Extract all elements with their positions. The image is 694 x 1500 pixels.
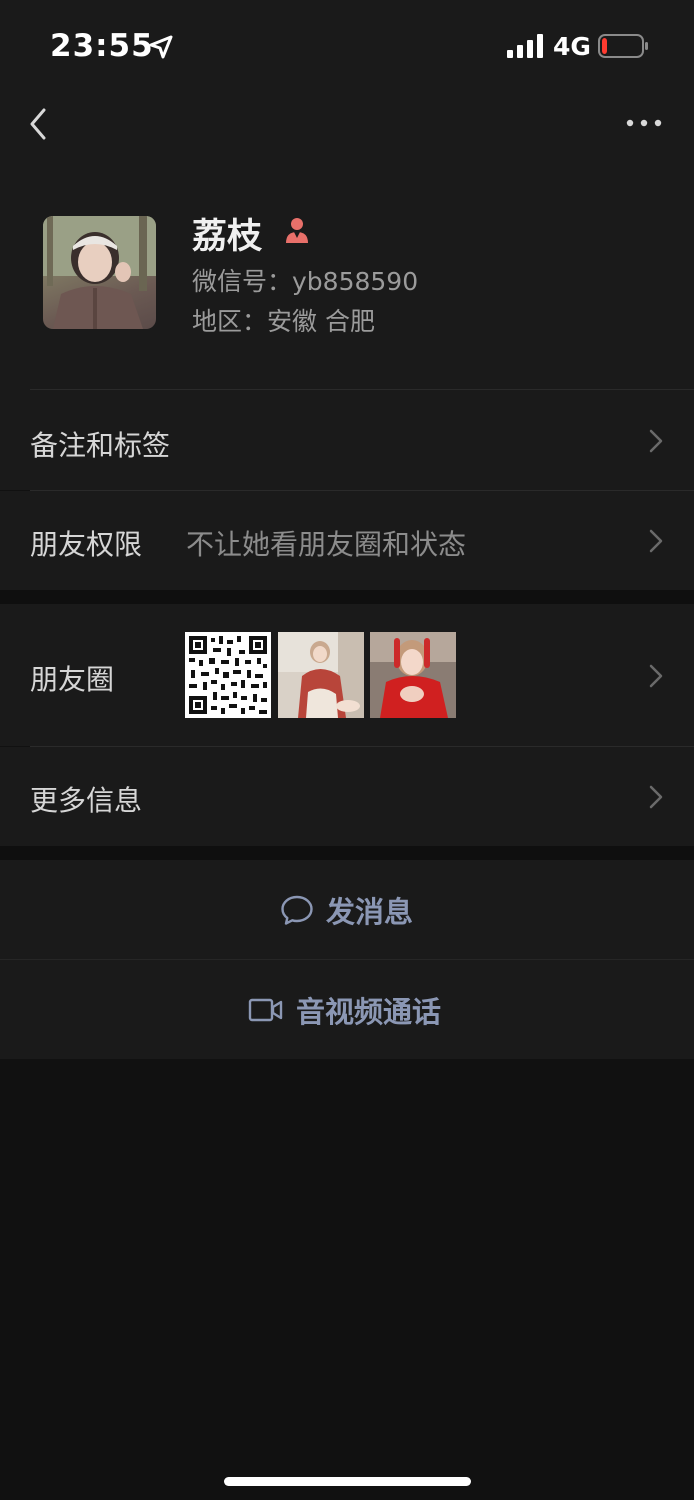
- video-call-button[interactable]: 音视频通话: [0, 960, 694, 1059]
- wechat-id: 微信号：yb858590: [192, 267, 419, 296]
- chevron-left-icon[interactable]: [22, 104, 56, 144]
- friend-permissions-value: 不让她看朋友圈和状态: [186, 528, 467, 561]
- remarks-tags-label: 备注和标签: [30, 429, 171, 462]
- section-gap: [0, 590, 694, 604]
- contact-name: 荔枝: [192, 217, 263, 257]
- network-type: 4G: [553, 32, 591, 61]
- contact-profile-page: 23:55 4G 荔枝 微信号：yb858590 地区：安徽 合肥 备注和标签 …: [0, 0, 694, 1500]
- send-message-label: 发消息: [326, 894, 414, 929]
- moments-thumbnail-photo: [278, 632, 364, 718]
- more-info-row[interactable]: 更多信息: [0, 747, 694, 846]
- home-indicator[interactable]: [224, 1477, 471, 1486]
- moments-thumbnail-qr: [185, 632, 271, 718]
- moments-thumbnail-photo: [370, 632, 456, 718]
- profile-header: 荔枝 微信号：yb858590 地区：安徽 合肥: [0, 162, 694, 390]
- status-time: 23:55: [50, 28, 154, 64]
- friend-permissions-label: 朋友权限: [30, 528, 143, 561]
- send-message-button[interactable]: 发消息: [0, 860, 694, 959]
- more-info-label: 更多信息: [30, 784, 143, 817]
- region: 地区：安徽 合肥: [192, 307, 375, 336]
- more-dots-icon[interactable]: [624, 110, 664, 136]
- battery-icon: [598, 34, 648, 58]
- location-arrow-icon: [149, 35, 173, 59]
- friend-permissions-row[interactable]: 朋友权限 不让她看朋友圈和状态: [0, 491, 694, 590]
- chevron-right-icon: [649, 785, 663, 809]
- avatar[interactable]: [43, 216, 156, 329]
- moments-label: 朋友圈: [30, 663, 115, 696]
- chevron-right-icon: [649, 429, 663, 453]
- signal-bars-icon: [507, 34, 543, 58]
- video-camera-icon: [248, 998, 283, 1021]
- status-bar: 23:55 4G: [0, 0, 694, 92]
- chat-bubble-icon: [281, 895, 313, 925]
- chevron-right-icon: [649, 664, 663, 688]
- moments-row[interactable]: 朋友圈: [0, 604, 694, 746]
- section-gap: [0, 846, 694, 860]
- nav-bar: [0, 92, 694, 162]
- video-call-label: 音视频通话: [296, 994, 442, 1029]
- female-icon: [286, 218, 308, 243]
- remarks-tags-row[interactable]: 备注和标签: [0, 390, 694, 490]
- chevron-right-icon: [649, 529, 663, 553]
